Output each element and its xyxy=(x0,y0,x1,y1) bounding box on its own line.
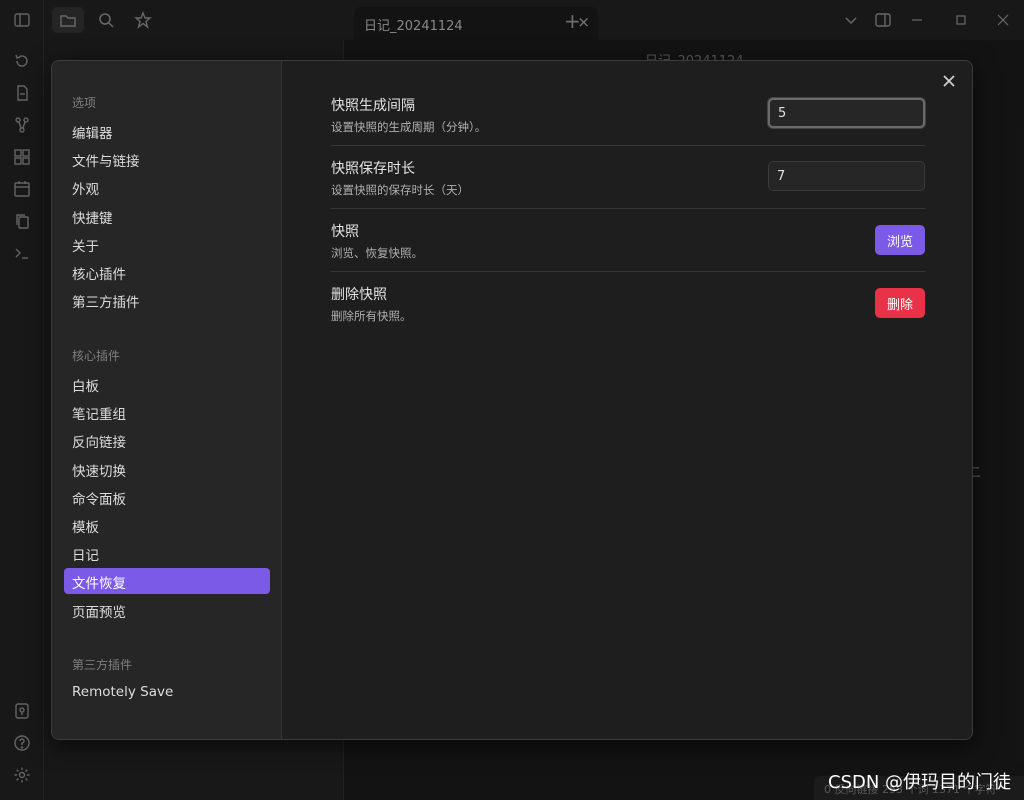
setting-name: 快照 xyxy=(331,224,359,240)
delete-snapshots-button[interactable]: 删除 xyxy=(874,288,925,318)
setting-name: 删除快照 xyxy=(331,287,387,303)
sidebar-item[interactable]: 第三方插件 xyxy=(64,287,270,313)
sidebar-section-heading: 第三方插件 xyxy=(72,658,133,672)
sidebar-item[interactable]: 页面预览 xyxy=(64,597,270,623)
sidebar-item[interactable]: 模板 xyxy=(64,512,270,538)
sidebar-item[interactable]: 快速切换 xyxy=(64,456,270,482)
sidebar-item[interactable]: 笔记重组 xyxy=(64,399,270,425)
sidebar-item[interactable]: 反向链接 xyxy=(64,427,270,453)
sidebar-item[interactable]: 文件恢复 xyxy=(64,568,270,594)
sidebar-item[interactable]: Remotely Save xyxy=(64,680,270,706)
sidebar-item[interactable]: 文件与链接 xyxy=(64,146,270,172)
setting-number-input[interactable] xyxy=(768,98,925,128)
settings-modal: 选项 编辑器 文件与链接 外观 快捷键 关于 核心插件 第三方插件 核心插件 白板 笔记重组 反向链接… xyxy=(51,60,973,740)
sidebar-section-heading: 选项 xyxy=(72,96,97,110)
setting-number-input[interactable] xyxy=(768,161,925,191)
setting-description: 浏览、恢复快照。 xyxy=(331,246,423,260)
sidebar-item[interactable]: 白板 xyxy=(64,371,270,397)
setting-name: 快照生成间隔 xyxy=(331,98,415,114)
sidebar-item[interactable]: 命令面板 xyxy=(64,484,270,510)
watermark: CSDN @伊玛目的门徒 xyxy=(828,772,1012,793)
setting-row: 快照浏览、恢复快照。 浏览 xyxy=(331,209,925,272)
setting-description: 设置快照的保存时长（天） xyxy=(331,183,469,197)
sidebar-item[interactable]: 核心插件 xyxy=(64,259,270,285)
sidebar-item[interactable]: 快捷键 xyxy=(64,203,270,229)
close-icon[interactable] xyxy=(939,71,959,91)
sidebar-item[interactable]: 关于 xyxy=(64,231,270,257)
sidebar-item[interactable]: 编辑器 xyxy=(64,118,270,144)
setting-description: 设置快照的生成周期（分钟）。 xyxy=(331,120,487,134)
setting-row: 快照生成间隔设置快照的生成周期（分钟）。 xyxy=(331,83,925,146)
sidebar-item[interactable]: 日记 xyxy=(64,540,270,566)
setting-name: 快照保存时长 xyxy=(331,161,415,177)
settings-sidebar: 选项 编辑器 文件与链接 外观 快捷键 关于 核心插件 第三方插件 核心插件 白板 笔记重组 反向链接… xyxy=(52,61,282,739)
setting-description: 删除所有快照。 xyxy=(331,309,412,323)
settings-content: 快照生成间隔设置快照的生成周期（分钟）。快照保存时长设置快照的保存时长（天）快照… xyxy=(331,83,925,335)
browse-snapshots-button[interactable]: 浏览 xyxy=(874,225,925,255)
setting-row: 删除快照删除所有快照。 删除 xyxy=(331,272,925,335)
sidebar-section-heading: 核心插件 xyxy=(72,349,121,363)
sidebar-item[interactable]: 外观 xyxy=(64,174,270,200)
setting-row: 快照保存时长设置快照的保存时长（天） xyxy=(331,146,925,209)
